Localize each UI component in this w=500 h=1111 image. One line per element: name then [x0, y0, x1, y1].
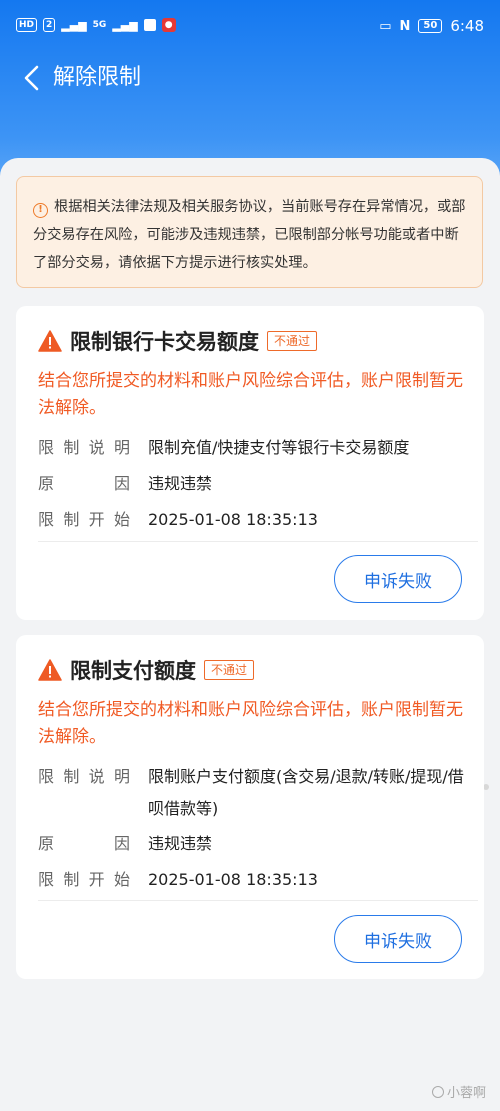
back-arrow-icon [24, 65, 39, 91]
info-value: 限制账户支付额度(含交易/退款/转账/提现/借呗借款等) [148, 767, 464, 818]
hd-indicator: HD [16, 18, 38, 32]
battery-icon: 50 [418, 19, 443, 33]
watermark: 小蓉啊 [431, 1082, 486, 1101]
restriction-card-bank: 限制银行卡交易额度 不通过 结合您所提交的材料和账户风险综合评估，账户限制暂无法… [16, 306, 484, 620]
cast-icon: ▭ [379, 18, 392, 34]
status-right: ▭ N 50 6:48 [379, 17, 484, 35]
restriction-card-payment: 限制支付额度 不通过 结合您所提交的材料和账户风险综合评估，账户限制暂无法解除。… [16, 635, 484, 979]
watermark-text: 小蓉啊 [446, 1086, 486, 1101]
info-value: 违规违禁 [148, 474, 213, 493]
status-badge: 不通过 [204, 660, 255, 680]
warning-triangle-icon [38, 330, 62, 352]
app-badge-icon: ● [161, 18, 176, 32]
appeal-failed-button[interactable]: 申诉失败 [334, 915, 462, 963]
back-button[interactable] [14, 60, 50, 96]
nfc-icon: N [399, 18, 411, 34]
signal-icon-2: ▂▄▆ [112, 18, 138, 32]
info-label: 限制说明 [38, 767, 130, 786]
info-value: 违规违禁 [148, 834, 213, 853]
info-value: 2025-01-08 18:35:13 [148, 510, 318, 529]
main-content: ! 根据相关法律法规及相关服务协议，当前账号存在异常情况，或部分交易存在风险，可能… [0, 158, 500, 1111]
warning-message: 结合您所提交的材料和账户风险综合评估，账户限制暂无法解除。 [38, 700, 463, 747]
info-circle-icon: ! [33, 202, 48, 218]
info-label: 原因 [38, 474, 130, 493]
risk-notice: ! 根据相关法律法规及相关服务协议，当前账号存在异常情况，或部分交易存在风险，可能… [16, 176, 483, 288]
status-badge: 不通过 [267, 331, 318, 351]
card-header: 限制银行卡交易额度 不通过 [38, 324, 318, 358]
info-label: 限制说明 [38, 438, 130, 457]
signal-icon: ▂▄▆ [61, 18, 87, 32]
info-label: 限制开始 [38, 510, 130, 529]
network-indicator: 5G [92, 20, 107, 30]
status-bar: HD 2 ▂▄▆ 5G ▂▄▆ ● ▭ N 50 6:48 [0, 0, 500, 52]
divider [38, 900, 478, 901]
notice-text: 根据相关法律法规及相关服务协议，当前账号存在异常情况，或部分交易存在风险，可能涉… [33, 199, 466, 271]
app-notification-icon [143, 19, 156, 31]
card-title: 限制支付额度 [70, 659, 196, 683]
nav-bar: 解除限制 [0, 52, 500, 104]
status-left: HD 2 ▂▄▆ 5G ▂▄▆ ● [16, 18, 176, 32]
card-title: 限制银行卡交易额度 [70, 330, 259, 354]
divider [38, 541, 478, 542]
warning-message: 结合您所提交的材料和账户风险综合评估，账户限制暂无法解除。 [38, 371, 463, 418]
clock: 6:48 [450, 17, 484, 35]
info-value: 限制充值/快捷支付等银行卡交易额度 [148, 438, 410, 457]
warning-triangle-icon [38, 659, 62, 681]
sim-indicator: 2 [43, 18, 56, 32]
info-label: 原因 [38, 834, 130, 853]
card-header: 限制支付额度 不通过 [38, 653, 255, 687]
info-value: 2025-01-08 18:35:13 [148, 870, 318, 889]
page-title: 解除限制 [53, 65, 142, 90]
appeal-failed-button[interactable]: 申诉失败 [334, 555, 462, 603]
info-label: 限制开始 [38, 870, 130, 889]
watermark-icon [431, 1085, 444, 1098]
